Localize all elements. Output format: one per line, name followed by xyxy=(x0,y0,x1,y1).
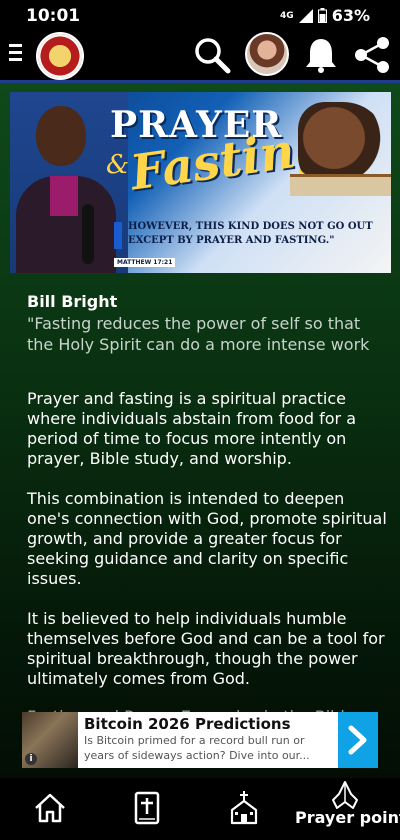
chevron-right-icon xyxy=(348,725,367,755)
signal-icon xyxy=(298,8,313,23)
banner-ampersand: & xyxy=(106,150,130,180)
article-paragraph: This combination is intended to deepen o… xyxy=(27,489,387,588)
banner-quote: HOWEVER, THIS KIND DOES NOT GO OUT EXCEP… xyxy=(128,221,373,246)
article-paragraph: Prayer and fasting is a spiritual practi… xyxy=(27,389,357,468)
banner-reference: MATTHEW 17:21 xyxy=(114,258,176,267)
quote-text: "Fasting reduces the power of self so th… xyxy=(27,314,370,354)
ad-image[interactable]: i xyxy=(22,712,78,768)
search-icon[interactable] xyxy=(192,35,232,75)
prayer-fasting-banner: PRAYER & Fasting HOWEVER, THIS KIND DOES… xyxy=(10,92,391,273)
ad-banner[interactable]: i Bitcoin 2026 Predictions Is Bitcoin pr… xyxy=(22,712,378,768)
status-right: 4G 63% xyxy=(280,6,370,25)
menu-icon[interactable] xyxy=(9,44,22,64)
church-logo[interactable] xyxy=(36,32,84,80)
ad-info-icon[interactable]: i xyxy=(25,753,37,765)
quote-author: Bill Bright xyxy=(27,292,118,311)
battery-level: 63% xyxy=(331,6,370,25)
microphone-icon xyxy=(82,204,94,264)
praying-hands-icon[interactable] xyxy=(325,780,365,810)
article-paragraph: It is believed to help individuals humbl… xyxy=(27,609,385,688)
network-type: 4G xyxy=(280,10,294,21)
nav-label-prayer-point[interactable]: Prayer point xyxy=(295,808,400,827)
app-bar xyxy=(0,30,400,80)
status-time: 10:01 xyxy=(26,6,81,26)
bible-image xyxy=(290,174,391,196)
ad-description[interactable]: Is Bitcoin primed for a record bull run … xyxy=(84,733,332,763)
bible-icon[interactable] xyxy=(127,788,167,828)
bottom-navigation: Prayer point xyxy=(0,778,400,840)
battery-icon xyxy=(317,8,327,23)
church-icon[interactable] xyxy=(224,788,264,828)
ad-open-button[interactable] xyxy=(338,712,378,768)
share-icon[interactable] xyxy=(353,35,393,75)
home-icon[interactable] xyxy=(30,788,70,828)
bell-icon[interactable] xyxy=(301,35,341,75)
status-bar: 10:01 4G 63% xyxy=(0,0,400,30)
ad-title[interactable]: Bitcoin 2026 Predictions xyxy=(84,715,332,733)
user-avatar[interactable] xyxy=(245,32,289,76)
